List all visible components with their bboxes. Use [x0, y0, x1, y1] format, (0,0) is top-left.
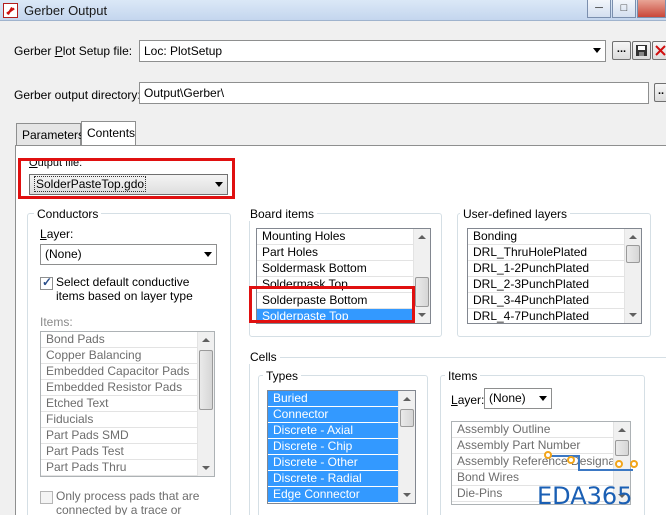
plot-setup-select[interactable]: Loc: PlotSetup [139, 40, 606, 62]
watermark-node [544, 451, 552, 459]
list-item[interactable]: DRL_2-3PunchPlated [468, 277, 641, 293]
list-item[interactable]: Embedded Resistor Pads [41, 380, 214, 396]
cell-types-scrollbar[interactable] [398, 391, 415, 503]
scroll-up-icon [202, 338, 210, 342]
scroll-down-icon [418, 313, 426, 317]
conductor-layer-label: Layer: [40, 227, 74, 241]
list-item[interactable]: DRL_3-4PunchPlated [468, 293, 641, 309]
watermark-trace [578, 469, 633, 471]
user-layers-list[interactable]: Bonding DRL_ThruHolePlated DRL_1-2PunchP… [467, 228, 642, 324]
only-process-checkbox[interactable] [40, 491, 53, 504]
output-dir-label: Gerber output directory: [14, 88, 141, 102]
watermark-node [630, 460, 638, 468]
list-item-selected[interactable]: Discrete - Chip [268, 439, 415, 455]
scroll-thumb[interactable] [415, 277, 429, 307]
cell-layer-select[interactable]: (None) [484, 388, 552, 409]
scroll-thumb[interactable] [199, 350, 213, 410]
only-process-label: Only process pads that are connected by … [56, 489, 200, 515]
delete-icon[interactable] [652, 41, 666, 60]
watermark-node [567, 456, 575, 464]
output-dir-input[interactable]: Output\Gerber\ [139, 82, 649, 104]
chevron-down-icon [199, 245, 216, 264]
scroll-up-icon [418, 235, 426, 239]
title-bar: Gerber Output ─ □ [0, 0, 666, 21]
minimize-button[interactable]: ─ [587, 0, 611, 18]
list-item[interactable]: Soldermask Bottom [257, 261, 430, 277]
list-item[interactable]: Assembly Outline [452, 422, 630, 438]
user-layers-title: User-defined layers [460, 207, 571, 221]
watermark-logo: EDA365 [537, 482, 633, 510]
conductors-title: Conductors [34, 207, 102, 221]
list-item[interactable]: Part Pads Thru [41, 460, 214, 476]
list-item-selected[interactable]: Edge Connector [268, 487, 415, 503]
list-item-selected[interactable]: Discrete - Other [268, 455, 415, 471]
conductor-items-list[interactable]: Bond Pads Copper Balancing Embedded Capa… [40, 331, 215, 477]
tab-contents[interactable]: Contents [81, 121, 136, 145]
list-item[interactable]: Embedded Capacitor Pads [41, 364, 214, 380]
scroll-up-icon [618, 428, 626, 432]
conductor-layer-value: (None) [45, 247, 82, 261]
select-default-checkbox[interactable] [40, 275, 53, 290]
chevron-down-icon [534, 389, 551, 408]
scroll-thumb[interactable] [626, 245, 640, 263]
cell-items-title: Items [445, 369, 481, 383]
app-icon [3, 3, 18, 18]
list-item[interactable]: DRL_4-7PunchPlated [468, 309, 641, 323]
list-item-selected[interactable]: Discrete - Axial [268, 423, 415, 439]
scroll-up-icon [629, 235, 637, 239]
list-item[interactable]: Part Pads Test [41, 444, 214, 460]
conductor-layer-select[interactable]: (None) [40, 244, 217, 265]
window-title: Gerber Output [24, 3, 108, 18]
scroll-up-icon [403, 397, 411, 401]
list-item[interactable]: Assembly Reference Designator [452, 454, 630, 470]
scroll-down-icon [403, 493, 411, 497]
chevron-down-icon [588, 41, 605, 61]
cell-types-title: Types [263, 369, 302, 383]
highlight-solderpaste [249, 286, 415, 323]
cells-title: Cells [247, 350, 280, 364]
board-items-scrollbar[interactable] [413, 229, 430, 323]
list-item-selected[interactable]: Discrete - Radial [268, 471, 415, 487]
board-items-title: Board items [247, 207, 318, 221]
list-item[interactable]: Part Pads SMD [41, 428, 214, 444]
conductor-items-label: Items: [40, 315, 73, 329]
conductor-items-scrollbar[interactable] [197, 332, 214, 476]
close-button[interactable] [637, 0, 666, 18]
list-item[interactable]: Mounting Holes [257, 229, 430, 245]
list-item-selected[interactable]: Buried [268, 391, 415, 407]
cell-layer-label: Layer: [451, 393, 485, 407]
list-item[interactable]: Bond Pads [41, 332, 214, 348]
plot-setup-label: Gerber Plot Setup file: [14, 44, 133, 58]
list-item[interactable]: Bonding [468, 229, 641, 245]
scroll-thumb[interactable] [615, 440, 629, 456]
select-default-label: Select default conductive items based on… [56, 275, 193, 303]
list-item[interactable]: Copper Balancing [41, 348, 214, 364]
plot-setup-value: Loc: PlotSetup [144, 44, 223, 58]
list-item[interactable]: DRL_1-2PunchPlated [468, 261, 641, 277]
browse-output-dir-button[interactable]: .. [654, 83, 666, 102]
watermark-trace [578, 455, 580, 469]
list-item[interactable]: DRL_ThruHolePlated [468, 245, 641, 261]
maximize-button[interactable]: □ [612, 0, 636, 18]
list-item[interactable]: Etched Text [41, 396, 214, 412]
watermark-node [615, 460, 623, 468]
tab-parameters[interactable]: Parameters [16, 123, 84, 145]
list-item[interactable]: Part Holes [257, 245, 430, 261]
scroll-down-icon [202, 466, 210, 470]
save-icon[interactable] [632, 41, 651, 60]
list-item-selected[interactable]: Connector [268, 407, 415, 423]
list-item[interactable]: Fiducials [41, 412, 214, 428]
cell-layer-value: (None) [489, 391, 526, 405]
list-item[interactable]: Assembly Part Number [452, 438, 630, 454]
user-layers-scrollbar[interactable] [624, 229, 641, 323]
cell-types-list[interactable]: Buried Connector Discrete - Axial Discre… [267, 390, 416, 504]
scroll-down-icon [629, 313, 637, 317]
highlight-output-file [18, 158, 235, 199]
browse-plot-setup-button[interactable]: ... [612, 41, 631, 60]
scroll-thumb[interactable] [400, 409, 414, 427]
